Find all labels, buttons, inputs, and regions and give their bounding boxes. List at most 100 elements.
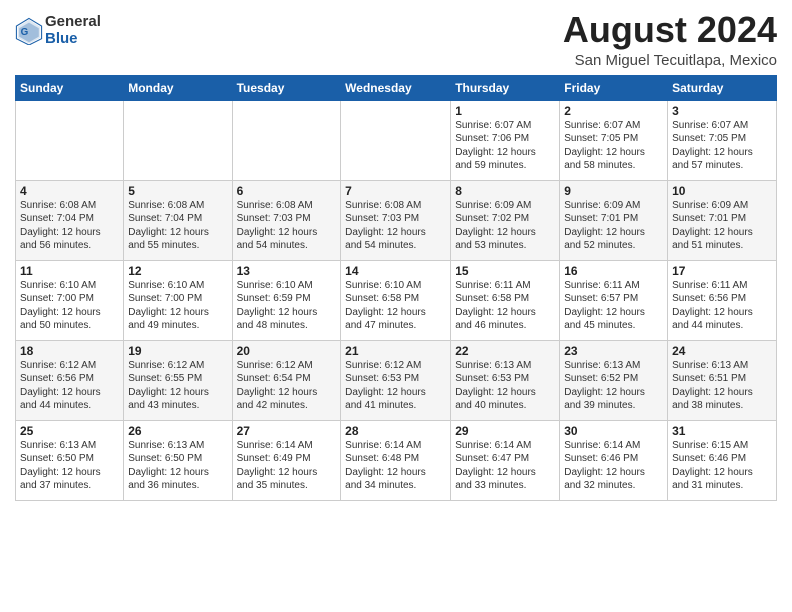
calendar-cell: 8Sunrise: 6:09 AM Sunset: 7:02 PM Daylig… <box>451 180 560 260</box>
calendar-week-5: 25Sunrise: 6:13 AM Sunset: 6:50 PM Dayli… <box>16 420 777 500</box>
day-number: 31 <box>672 424 772 438</box>
logo-blue-text: Blue <box>45 31 101 48</box>
day-number: 30 <box>564 424 663 438</box>
calendar-cell: 4Sunrise: 6:08 AM Sunset: 7:04 PM Daylig… <box>16 180 124 260</box>
calendar-cell: 22Sunrise: 6:13 AM Sunset: 6:53 PM Dayli… <box>451 340 560 420</box>
calendar-cell: 11Sunrise: 6:10 AM Sunset: 7:00 PM Dayli… <box>16 260 124 340</box>
calendar-cell: 31Sunrise: 6:15 AM Sunset: 6:46 PM Dayli… <box>668 420 777 500</box>
logo-text: General Blue <box>45 14 101 47</box>
calendar-cell: 17Sunrise: 6:11 AM Sunset: 6:56 PM Dayli… <box>668 260 777 340</box>
svg-text:G: G <box>21 27 29 38</box>
day-info: Sunrise: 6:12 AM Sunset: 6:53 PM Dayligh… <box>345 359 446 413</box>
calendar-week-3: 11Sunrise: 6:10 AM Sunset: 7:00 PM Dayli… <box>16 260 777 340</box>
day-info: Sunrise: 6:14 AM Sunset: 6:48 PM Dayligh… <box>345 439 446 493</box>
month-title: August 2024 <box>563 10 777 50</box>
calendar-cell: 2Sunrise: 6:07 AM Sunset: 7:05 PM Daylig… <box>560 100 668 180</box>
logo: G General Blue <box>15 14 101 47</box>
page: G General Blue August 2024 San Miguel Te… <box>0 0 792 511</box>
day-number: 22 <box>455 344 555 358</box>
calendar-cell <box>124 100 232 180</box>
day-header-sunday: Sunday <box>16 75 124 100</box>
day-number: 19 <box>128 344 227 358</box>
header: G General Blue August 2024 San Miguel Te… <box>15 10 777 69</box>
logo-general-text: General <box>45 14 101 31</box>
day-info: Sunrise: 6:10 AM Sunset: 6:58 PM Dayligh… <box>345 279 446 333</box>
day-header-thursday: Thursday <box>451 75 560 100</box>
calendar-cell: 30Sunrise: 6:14 AM Sunset: 6:46 PM Dayli… <box>560 420 668 500</box>
calendar-cell: 16Sunrise: 6:11 AM Sunset: 6:57 PM Dayli… <box>560 260 668 340</box>
calendar-cell: 24Sunrise: 6:13 AM Sunset: 6:51 PM Dayli… <box>668 340 777 420</box>
day-info: Sunrise: 6:11 AM Sunset: 6:58 PM Dayligh… <box>455 279 555 333</box>
calendar-cell: 28Sunrise: 6:14 AM Sunset: 6:48 PM Dayli… <box>341 420 451 500</box>
calendar-cell: 15Sunrise: 6:11 AM Sunset: 6:58 PM Dayli… <box>451 260 560 340</box>
calendar-cell: 27Sunrise: 6:14 AM Sunset: 6:49 PM Dayli… <box>232 420 341 500</box>
day-info: Sunrise: 6:10 AM Sunset: 6:59 PM Dayligh… <box>237 279 337 333</box>
calendar-cell <box>16 100 124 180</box>
day-info: Sunrise: 6:13 AM Sunset: 6:50 PM Dayligh… <box>128 439 227 493</box>
day-number: 12 <box>128 264 227 278</box>
day-number: 23 <box>564 344 663 358</box>
day-number: 20 <box>237 344 337 358</box>
calendar-cell: 14Sunrise: 6:10 AM Sunset: 6:58 PM Dayli… <box>341 260 451 340</box>
calendar-cell: 5Sunrise: 6:08 AM Sunset: 7:04 PM Daylig… <box>124 180 232 260</box>
location-subtitle: San Miguel Tecuitlapa, Mexico <box>563 52 777 69</box>
day-number: 13 <box>237 264 337 278</box>
day-header-saturday: Saturday <box>668 75 777 100</box>
day-info: Sunrise: 6:08 AM Sunset: 7:04 PM Dayligh… <box>20 199 119 253</box>
day-info: Sunrise: 6:12 AM Sunset: 6:55 PM Dayligh… <box>128 359 227 413</box>
calendar-cell: 6Sunrise: 6:08 AM Sunset: 7:03 PM Daylig… <box>232 180 341 260</box>
day-info: Sunrise: 6:13 AM Sunset: 6:52 PM Dayligh… <box>564 359 663 413</box>
calendar-cell: 25Sunrise: 6:13 AM Sunset: 6:50 PM Dayli… <box>16 420 124 500</box>
title-section: August 2024 San Miguel Tecuitlapa, Mexic… <box>563 10 777 69</box>
day-info: Sunrise: 6:13 AM Sunset: 6:53 PM Dayligh… <box>455 359 555 413</box>
day-number: 24 <box>672 344 772 358</box>
day-info: Sunrise: 6:08 AM Sunset: 7:03 PM Dayligh… <box>345 199 446 253</box>
day-number: 10 <box>672 184 772 198</box>
day-header-tuesday: Tuesday <box>232 75 341 100</box>
calendar-cell: 13Sunrise: 6:10 AM Sunset: 6:59 PM Dayli… <box>232 260 341 340</box>
day-info: Sunrise: 6:07 AM Sunset: 7:05 PM Dayligh… <box>564 119 663 173</box>
calendar-week-1: 1Sunrise: 6:07 AM Sunset: 7:06 PM Daylig… <box>16 100 777 180</box>
day-number: 14 <box>345 264 446 278</box>
calendar-cell <box>341 100 451 180</box>
day-info: Sunrise: 6:08 AM Sunset: 7:03 PM Dayligh… <box>237 199 337 253</box>
day-info: Sunrise: 6:11 AM Sunset: 6:56 PM Dayligh… <box>672 279 772 333</box>
day-header-wednesday: Wednesday <box>341 75 451 100</box>
calendar-week-2: 4Sunrise: 6:08 AM Sunset: 7:04 PM Daylig… <box>16 180 777 260</box>
calendar-cell: 7Sunrise: 6:08 AM Sunset: 7:03 PM Daylig… <box>341 180 451 260</box>
calendar-cell: 12Sunrise: 6:10 AM Sunset: 7:00 PM Dayli… <box>124 260 232 340</box>
day-info: Sunrise: 6:09 AM Sunset: 7:02 PM Dayligh… <box>455 199 555 253</box>
day-info: Sunrise: 6:15 AM Sunset: 6:46 PM Dayligh… <box>672 439 772 493</box>
day-header-friday: Friday <box>560 75 668 100</box>
day-number: 26 <box>128 424 227 438</box>
calendar-cell: 1Sunrise: 6:07 AM Sunset: 7:06 PM Daylig… <box>451 100 560 180</box>
day-number: 15 <box>455 264 555 278</box>
day-number: 8 <box>455 184 555 198</box>
day-info: Sunrise: 6:12 AM Sunset: 6:54 PM Dayligh… <box>237 359 337 413</box>
day-info: Sunrise: 6:07 AM Sunset: 7:06 PM Dayligh… <box>455 119 555 173</box>
day-info: Sunrise: 6:13 AM Sunset: 6:51 PM Dayligh… <box>672 359 772 413</box>
day-number: 16 <box>564 264 663 278</box>
calendar-cell: 3Sunrise: 6:07 AM Sunset: 7:05 PM Daylig… <box>668 100 777 180</box>
day-info: Sunrise: 6:11 AM Sunset: 6:57 PM Dayligh… <box>564 279 663 333</box>
day-header-monday: Monday <box>124 75 232 100</box>
day-info: Sunrise: 6:09 AM Sunset: 7:01 PM Dayligh… <box>564 199 663 253</box>
day-number: 1 <box>455 104 555 118</box>
calendar-cell: 19Sunrise: 6:12 AM Sunset: 6:55 PM Dayli… <box>124 340 232 420</box>
day-number: 29 <box>455 424 555 438</box>
day-number: 25 <box>20 424 119 438</box>
day-info: Sunrise: 6:14 AM Sunset: 6:47 PM Dayligh… <box>455 439 555 493</box>
calendar-cell: 18Sunrise: 6:12 AM Sunset: 6:56 PM Dayli… <box>16 340 124 420</box>
day-info: Sunrise: 6:13 AM Sunset: 6:50 PM Dayligh… <box>20 439 119 493</box>
day-number: 27 <box>237 424 337 438</box>
calendar-cell: 26Sunrise: 6:13 AM Sunset: 6:50 PM Dayli… <box>124 420 232 500</box>
day-number: 21 <box>345 344 446 358</box>
day-number: 4 <box>20 184 119 198</box>
day-info: Sunrise: 6:10 AM Sunset: 7:00 PM Dayligh… <box>20 279 119 333</box>
day-number: 17 <box>672 264 772 278</box>
calendar-cell: 23Sunrise: 6:13 AM Sunset: 6:52 PM Dayli… <box>560 340 668 420</box>
calendar-cell: 29Sunrise: 6:14 AM Sunset: 6:47 PM Dayli… <box>451 420 560 500</box>
calendar-cell <box>232 100 341 180</box>
day-number: 7 <box>345 184 446 198</box>
day-info: Sunrise: 6:09 AM Sunset: 7:01 PM Dayligh… <box>672 199 772 253</box>
